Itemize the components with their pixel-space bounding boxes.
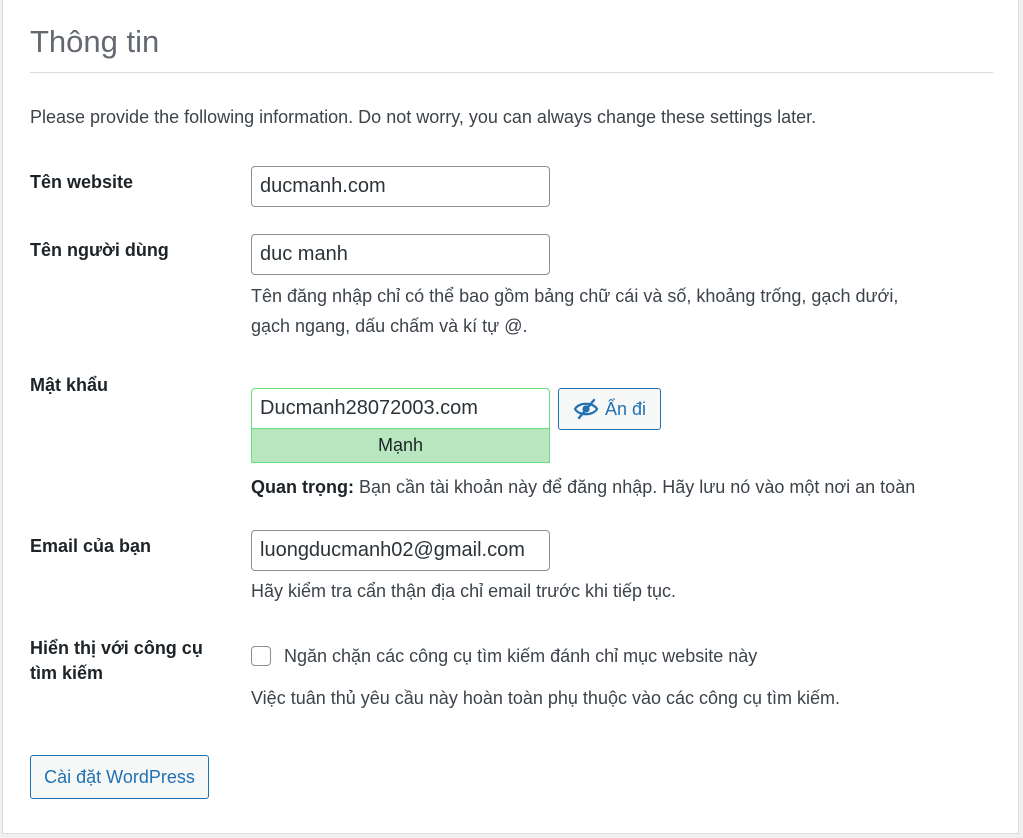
password-input[interactable]: Ducmanh28072003.com xyxy=(251,388,550,429)
site-name-label: Tên website xyxy=(30,172,134,192)
password-important-note: Quan trọng: Bạn cần tài khoản này để đăn… xyxy=(251,472,915,502)
hide-password-label: Ẩn đi xyxy=(604,398,647,419)
site-name-input[interactable]: ducmanh.com xyxy=(251,166,550,207)
search-visibility-label: Hiển thị với công cụ tìm kiếm xyxy=(30,636,230,686)
page-title: Thông tin xyxy=(30,24,160,59)
install-panel: Thông tin Please provide the following i… xyxy=(2,0,1019,834)
email-label: Email của bạn xyxy=(30,536,152,556)
discourage-search-checkbox[interactable] xyxy=(251,646,271,666)
search-visibility-hint: Việc tuân thủ yêu cầu này hoàn toàn phụ … xyxy=(251,688,841,708)
search-visibility-label-line: Hiển thị với công cụ xyxy=(30,638,203,658)
eye-slash-icon xyxy=(573,398,599,420)
email-input[interactable]: luongducmanh02@gmail.com xyxy=(251,530,550,571)
install-wordpress-button[interactable]: Cài đặt WordPress xyxy=(30,755,209,799)
password-label: Mật khẩu xyxy=(30,375,109,395)
username-input[interactable]: duc manh xyxy=(251,234,550,275)
email-hint: Hãy kiểm tra cẩn thận địa chỉ email trướ… xyxy=(251,581,677,601)
search-visibility-label-line: tìm kiếm xyxy=(30,663,104,683)
important-prefix: Quan trọng: xyxy=(251,477,354,497)
discourage-search-checkbox-label[interactable]: Ngăn chặn các công cụ tìm kiếm đánh chỉ … xyxy=(284,645,757,667)
username-hint: Tên đăng nhập chỉ có thể bao gồm bảng ch… xyxy=(251,281,898,341)
password-strength-meter: Mạnh xyxy=(251,429,550,463)
title-divider xyxy=(30,72,993,73)
hide-password-button[interactable]: Ẩn đi xyxy=(558,388,661,430)
username-label: Tên người dùng xyxy=(30,240,169,260)
intro-text: Please provide the following information… xyxy=(30,107,817,127)
username-hint-line: gạch ngang, dấu chấm và kí tự @. xyxy=(251,316,528,336)
username-hint-line: Tên đăng nhập chỉ có thể bao gồm bảng ch… xyxy=(251,286,899,306)
important-text: Bạn cần tài khoản này để đăng nhập. Hãy … xyxy=(353,477,916,497)
